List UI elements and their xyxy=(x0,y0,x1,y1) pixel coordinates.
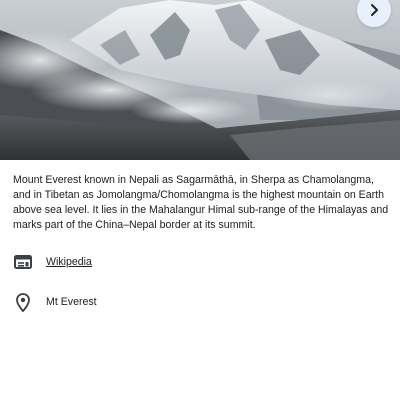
place-name: Mt Everest xyxy=(46,296,97,308)
mountain-photo xyxy=(0,0,400,160)
wikipedia-link[interactable]: Wikipedia xyxy=(46,256,92,268)
source-row: Wikipedia xyxy=(13,252,92,272)
article-icon xyxy=(13,252,33,272)
location-pin-icon xyxy=(13,292,33,312)
chevron-right-icon xyxy=(371,4,378,16)
hero-image xyxy=(0,0,400,160)
place-row: Mt Everest xyxy=(13,292,97,312)
info-card: Mount Everest known in Nepali as Sagarmā… xyxy=(0,0,400,400)
description-text: Mount Everest known in Nepali as Sagarmā… xyxy=(13,174,389,231)
